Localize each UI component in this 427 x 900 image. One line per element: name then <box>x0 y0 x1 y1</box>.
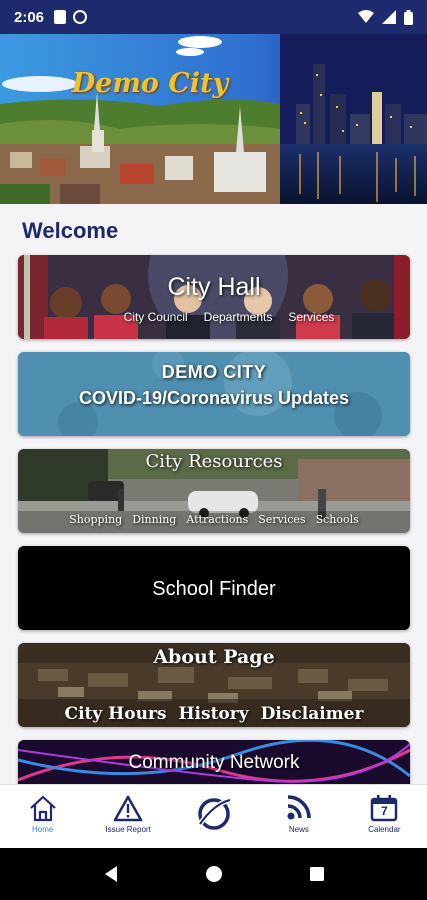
tile-title: School Finder <box>152 578 276 600</box>
schools-link[interactable]: Schools <box>316 513 359 526</box>
data-saver-icon <box>73 10 88 24</box>
departments-link[interactable]: Departments <box>204 310 273 324</box>
sim-card-icon <box>54 10 67 24</box>
nav-news-label: News <box>288 825 309 834</box>
covid-tile-title: DEMO CITY <box>161 362 267 382</box>
nav-app-logo[interactable] <box>171 785 256 848</box>
shopping-link[interactable]: Shopping <box>69 513 122 526</box>
nav-calendar-label: Calendar <box>368 825 401 834</box>
welcome-heading: Welcome <box>22 218 119 243</box>
wifi-icon <box>358 10 374 23</box>
status-time: 2:06 <box>14 8 45 26</box>
services-link[interactable]: Services <box>288 310 334 324</box>
home-button-icon[interactable] <box>205 865 223 883</box>
city-resources-tile[interactable]: City Resources Shopping Dinning Attracti… <box>18 449 410 533</box>
school-finder-tile[interactable]: School Finder <box>18 546 410 630</box>
tile-title: City Resources <box>145 451 283 472</box>
nav-issue-report[interactable]: Issue Report <box>85 785 170 848</box>
tile-title: About Page <box>153 646 275 668</box>
covid-updates-tile[interactable]: DEMO CITY COVID-19/Coronavirus Updates <box>18 352 410 436</box>
about-page-tile[interactable]: About Page City Hours History Disclaimer <box>18 643 410 727</box>
city-council-link[interactable]: City Council <box>124 310 188 324</box>
warning-icon <box>113 795 143 822</box>
battery-icon <box>404 9 413 25</box>
attractions-link[interactable]: Attractions <box>186 513 248 526</box>
app-title: Demo City <box>71 68 229 99</box>
header-banner: Demo City <box>0 34 427 204</box>
history-link[interactable]: History <box>178 704 248 724</box>
signal-icon <box>382 10 396 24</box>
services-link[interactable]: Services <box>258 513 305 526</box>
nav-news[interactable]: News <box>256 785 341 848</box>
app-logo-icon <box>197 797 231 830</box>
disclaimer-link[interactable]: Disclaimer <box>261 704 364 724</box>
community-network-tile[interactable]: Community Network <box>18 740 410 784</box>
system-nav-bar <box>0 848 427 900</box>
nav-calendar[interactable]: 7 Calendar <box>342 785 427 848</box>
city-hall-tile[interactable]: City Hall City Council Departments Servi… <box>18 255 410 339</box>
covid-tile-subtitle: COVID-19/Coronavirus Updates <box>78 388 350 408</box>
rss-icon <box>287 795 311 820</box>
city-hours-link[interactable]: City Hours <box>65 704 167 724</box>
nav-issue-report-label: Issue Report <box>105 825 151 834</box>
tile-title: City Hall <box>167 273 261 301</box>
recents-icon[interactable] <box>309 866 325 882</box>
home-icon <box>29 795 56 822</box>
tile-title: Community Network <box>128 752 300 773</box>
main-content[interactable]: Welcome City Hall City Council Departmen… <box>0 204 427 784</box>
city-banner-image <box>0 34 427 204</box>
nav-home-label: Home <box>32 825 54 834</box>
back-icon[interactable] <box>103 865 119 883</box>
dining-link[interactable]: Dinning <box>132 513 176 526</box>
nav-home[interactable]: Home <box>0 785 85 848</box>
bottom-nav: Home Issue Report News 7 Calendar <box>0 784 427 848</box>
calendar-day-badge: 7 <box>380 804 388 818</box>
calendar-icon: 7 <box>369 794 399 822</box>
status-bar: 2:06 <box>0 0 427 34</box>
